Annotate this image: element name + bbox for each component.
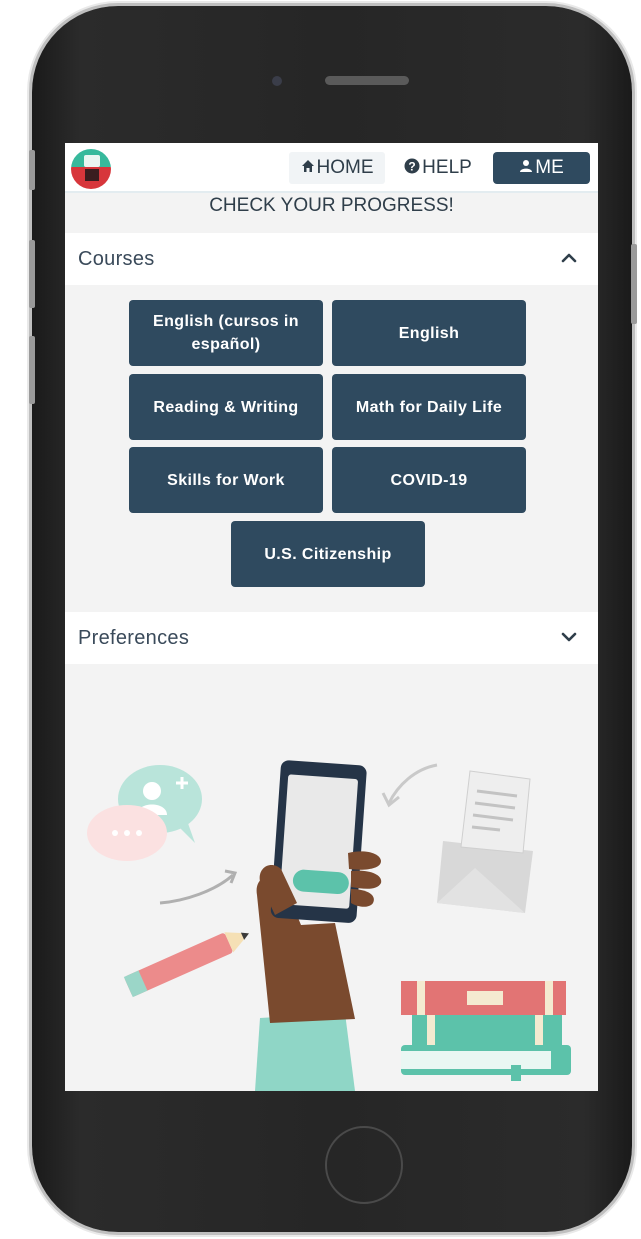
silent-switch <box>29 150 35 190</box>
logo-book-shape <box>84 155 100 167</box>
svg-text:?: ? <box>409 160 416 174</box>
arrow-right-shape <box>159 873 234 905</box>
help-nav-label: HELP <box>422 157 472 178</box>
volume-up-button <box>29 240 35 308</box>
books-stack-icon <box>401 981 571 1081</box>
sleeve-shape <box>255 1013 355 1091</box>
course-button-math-daily-life[interactable]: Math for Daily Life <box>332 374 526 440</box>
home-hardware-button[interactable] <box>325 1126 403 1204</box>
help-nav-button[interactable]: ? HELP <box>395 152 481 184</box>
user-icon <box>519 159 533 177</box>
course-button-english[interactable]: English <box>332 300 526 366</box>
app-logo[interactable] <box>71 149 111 189</box>
logo-grid-shape <box>85 169 99 181</box>
progress-banner[interactable]: CHECK YOUR PROGRESS! <box>65 195 598 217</box>
envelope-icon <box>437 770 533 913</box>
course-button-us-citizenship[interactable]: U.S. Citizenship <box>231 521 425 587</box>
me-nav-button[interactable]: ME <box>493 152 590 184</box>
top-navigation-bar: HOME ? HELP ME <box>65 143 598 193</box>
volume-down-button <box>29 336 35 404</box>
pencil-icon <box>123 932 249 998</box>
home-nav-label: HOME <box>316 157 374 178</box>
earpiece-speaker <box>325 76 409 85</box>
learning-illustration <box>87 760 571 1091</box>
course-button-skills-for-work[interactable]: Skills for Work <box>129 447 323 513</box>
house-icon <box>301 159 315 177</box>
preferences-section-header[interactable]: Preferences <box>65 612 598 664</box>
chevron-up-icon <box>558 247 580 269</box>
course-button-covid-19[interactable]: COVID-19 <box>332 447 526 513</box>
courses-section-header[interactable]: Courses <box>65 233 598 285</box>
front-camera <box>272 76 282 86</box>
power-button <box>631 244 637 324</box>
me-nav-label: ME <box>535 157 564 178</box>
courses-section-title: Courses <box>78 247 155 270</box>
chat-bubble-icon <box>87 765 202 861</box>
course-button-reading-writing[interactable]: Reading & Writing <box>129 374 323 440</box>
app-screen: HOME ? HELP ME CHECK YOUR PROGRESS! Cour… <box>65 143 598 1091</box>
arrow-left-shape <box>387 763 438 804</box>
question-circle-icon: ? <box>404 158 420 178</box>
home-nav-button[interactable]: HOME <box>289 152 385 184</box>
course-button-english-espanol[interactable]: English (cursos in español) <box>129 300 323 366</box>
preferences-section-title: Preferences <box>78 626 190 649</box>
chevron-down-icon <box>558 626 580 648</box>
